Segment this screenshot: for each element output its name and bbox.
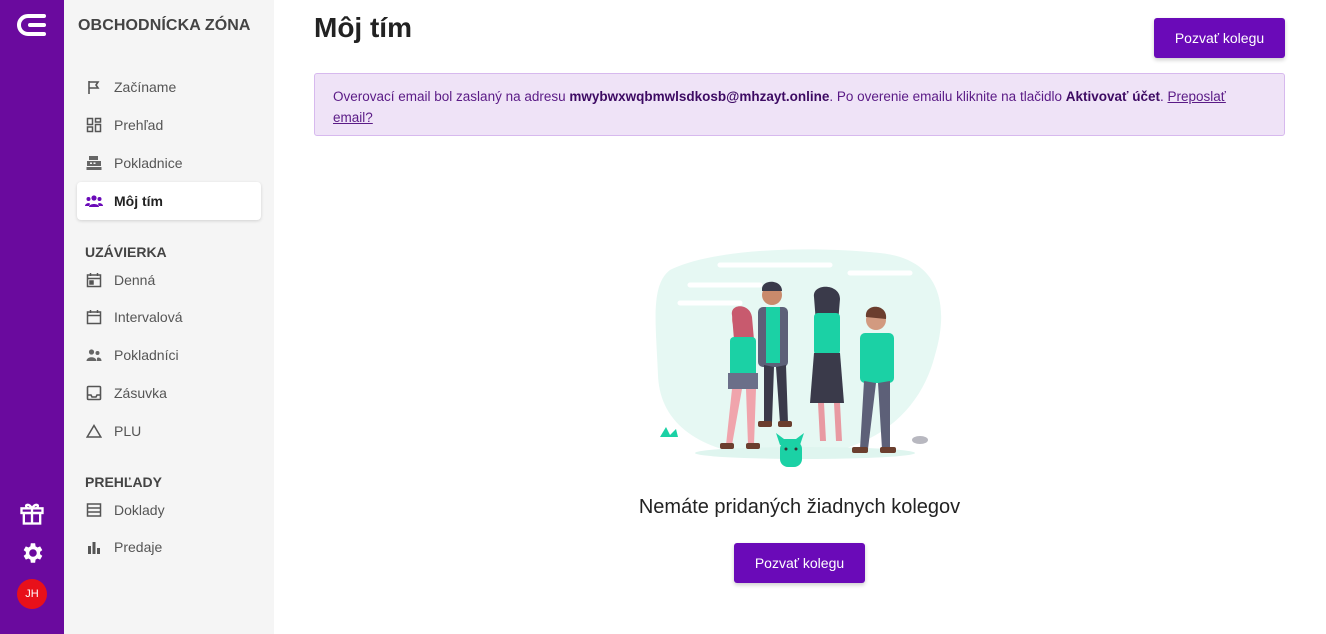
app-rail: JH [0,0,64,634]
calendar-range-icon [85,308,103,326]
sidebar: OBCHODNÍCKA ZÓNA Začíname Prehľad Poklad… [64,0,274,634]
sidebar-item-plu[interactable]: PLU [77,412,261,450]
sidebar-item-intervalova[interactable]: Intervalová [77,298,261,336]
section-heading-uzavierka: UZÁVIERKA [85,244,167,260]
sidebar-item-label: Predaje [114,539,163,555]
flag-icon [85,78,103,96]
empty-state-message: Nemáte pridaných žiadnych kolegov [638,496,961,518]
receipts-icon [85,501,103,519]
alert-text: Overovací email bol zaslaný na adresu [333,89,570,104]
cash-register-icon [85,154,103,172]
sidebar-item-label: Prehľad [114,117,164,133]
sidebar-item-pokladnici[interactable]: Pokladníci [77,336,261,374]
dashboard-icon [85,116,103,134]
bar-chart-icon [85,538,103,556]
page-title: Môj tím [314,12,412,43]
sidebar-item-label: Pokladníci [114,347,179,363]
sidebar-item-doklady[interactable]: Doklady [77,491,261,529]
sidebar-item-label: PLU [114,423,142,439]
sidebar-item-pokladnice[interactable]: Pokladnice [77,144,261,182]
sidebar-item-label: Denná [114,272,156,288]
sidebar-item-label: Začíname [114,79,177,95]
section-heading-prehlady: PREHĽADY [85,474,163,490]
brand-logo-icon[interactable] [16,12,48,38]
calendar-day-icon [85,271,103,289]
cashiers-icon [85,346,103,364]
sidebar-item-prehlad[interactable]: Prehľad [77,106,261,144]
sidebar-item-label: Zásuvka [114,385,167,401]
team-icon [85,192,103,210]
sidebar-item-label: Pokladnice [114,155,183,171]
sidebar-item-label: Doklady [114,502,165,518]
sidebar-item-moj-tim[interactable]: Môj tím [77,182,261,220]
sidebar-item-denna[interactable]: Denná [77,261,261,299]
gift-icon[interactable] [16,497,48,529]
team-illustration [655,249,942,467]
triangle-icon [85,422,103,440]
user-avatar[interactable]: JH [17,579,47,609]
sidebar-title: OBCHODNÍCKA ZÓNA [78,17,251,34]
gear-icon[interactable] [16,537,48,569]
sidebar-item-label: Môj tím [114,193,163,209]
alert-email: mwybwxwqbmwlsdkosb@mhzayt.online [569,89,830,104]
drawer-icon [85,384,103,402]
alert-action-name: Aktivovať účet [1065,89,1160,104]
invite-colleague-button[interactable]: Pozvať kolegu [1154,18,1285,58]
empty-state-invite-button[interactable]: Pozvať kolegu [734,543,865,583]
sidebar-item-zaciname[interactable]: Začíname [77,68,261,106]
alert-text: . [1159,89,1168,104]
verification-alert: Overovací email bol zaslaný na adresu mw… [314,73,1285,136]
sidebar-item-zasuvka[interactable]: Zásuvka [77,374,261,412]
sidebar-item-label: Intervalová [114,309,183,325]
sidebar-item-predaje[interactable]: Predaje [77,528,261,566]
alert-text: . Po overenie emailu kliknite na tlačidl… [829,89,1066,104]
